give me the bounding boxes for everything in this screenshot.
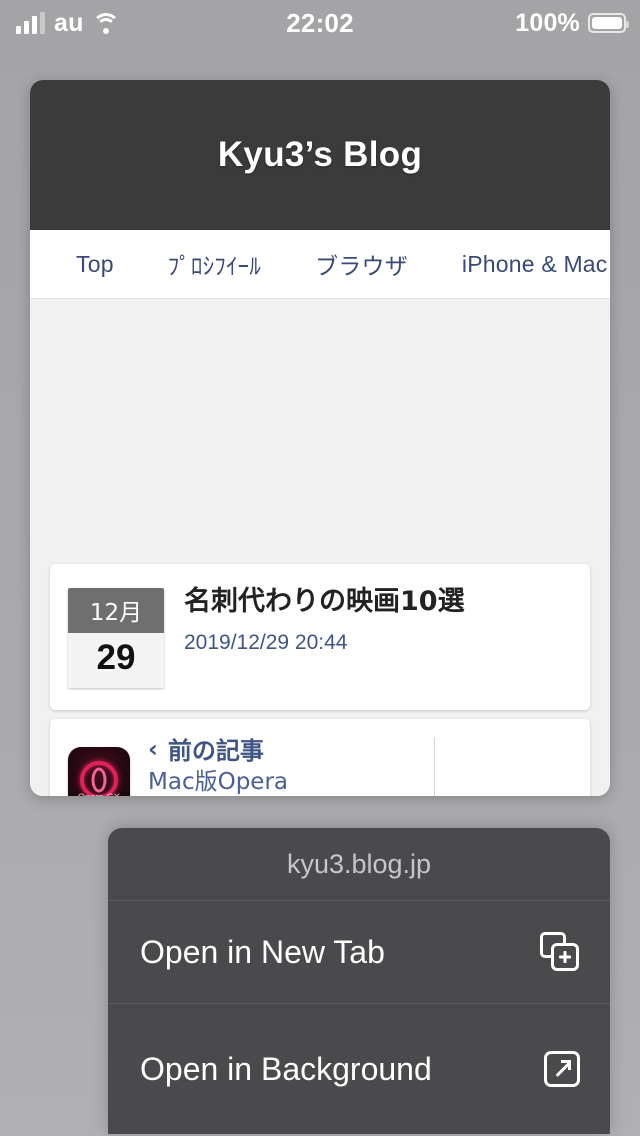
previous-article-label-text: 前の記事 xyxy=(167,737,264,766)
chevron-left-icon: ‹ xyxy=(148,734,158,763)
context-menu-url: kyu3.blog.jp xyxy=(108,828,610,901)
date-badge: 12月 29 xyxy=(68,588,164,688)
card-divider xyxy=(433,737,435,796)
menu-item-open-in-new-tab[interactable]: Open in New Tab xyxy=(108,901,610,1004)
date-badge-day: 29 xyxy=(68,633,164,688)
open-external-icon xyxy=(544,1051,580,1087)
web-page-card[interactable]: Kyu3’s Blog Top ﾌﾟﾛｼﾌｲｰﾙ ブラウザ iPhone & M… xyxy=(30,80,610,796)
status-bar-clock: 22:02 xyxy=(286,7,354,38)
blog-header: Kyu3’s Blog xyxy=(30,80,610,230)
opera-gx-brand-text: Opera GX xyxy=(68,792,130,796)
new-tab-icon xyxy=(540,932,580,972)
article-timestamp[interactable]: 2019/12/29 20:44 xyxy=(184,631,572,655)
previous-article-card[interactable]: Opera GX ‹ 前の記事 Mac版Opera GXレビュー… xyxy=(50,719,590,796)
nav-item-browser[interactable]: ブラウザ xyxy=(315,247,408,281)
article-title[interactable]: 名刺代わりの映画10選 xyxy=(184,586,572,617)
article-entry-card[interactable]: 12月 29 名刺代わりの映画10選 2019/12/29 20:44 xyxy=(50,564,590,710)
date-badge-month: 12月 xyxy=(68,588,164,633)
nav-item-profile[interactable]: ﾌﾟﾛｼﾌｲｰﾙ xyxy=(168,247,261,281)
site-nav: Top ﾌﾟﾛｼﾌｲｰﾙ ブラウザ iPhone & Mac 地 xyxy=(30,230,610,299)
blog-title: Kyu3’s Blog xyxy=(217,135,423,174)
status-bar: au 22:02 100% xyxy=(0,0,640,46)
link-context-menu: kyu3.blog.jp Open in New Tab Open in Bac… xyxy=(108,828,610,1134)
page-body: 12月 29 名刺代わりの映画10選 2019/12/29 20:44 Oper… xyxy=(30,299,610,796)
battery-full-icon xyxy=(588,13,629,33)
menu-item-open-in-background-label: Open in Background xyxy=(140,1051,432,1087)
nav-item-iphone-mac[interactable]: iPhone & Mac xyxy=(462,251,608,278)
status-bar-right: 100% xyxy=(515,0,629,46)
opera-gx-app-icon: Opera GX xyxy=(68,747,130,796)
phone-screen: au 22:02 100% Kyu3’s Blog Top ﾌﾟﾛｼﾌｲｰﾙ ブ… xyxy=(0,0,640,1136)
battery-percentage: 100% xyxy=(515,8,580,37)
article-entry-text: 名刺代わりの映画10選 2019/12/29 20:44 xyxy=(184,586,572,655)
menu-item-open-in-new-tab-label: Open in New Tab xyxy=(140,934,385,970)
previous-article-title-line1: Mac版Opera xyxy=(148,769,288,796)
nav-item-top[interactable]: Top xyxy=(76,251,114,278)
previous-article-text: ‹ 前の記事 Mac版Opera GXレビュー… xyxy=(148,731,434,796)
previous-article-label[interactable]: ‹ 前の記事 xyxy=(148,731,434,766)
menu-item-open-in-background[interactable]: Open in Background xyxy=(108,1004,610,1134)
previous-article-title[interactable]: Mac版Opera GXレビュー… xyxy=(148,768,323,796)
